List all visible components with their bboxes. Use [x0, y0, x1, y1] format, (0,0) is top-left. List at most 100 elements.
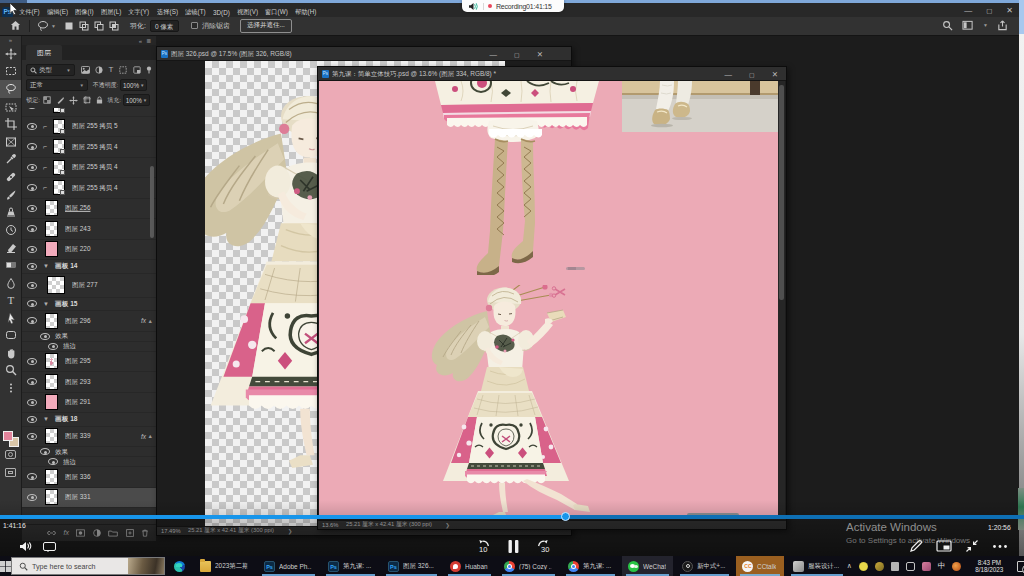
type-tool[interactable]: T [0, 291, 21, 309]
layer-row[interactable]: ⌐图层 255 拷贝 4 [22, 137, 156, 158]
lock-pixels-icon[interactable] [56, 96, 64, 104]
taskbar-item-11[interactable]: 服装设计... [787, 556, 847, 576]
menu-item-0[interactable]: 文件(F) [19, 8, 40, 17]
visibility-eye-icon[interactable] [27, 358, 37, 365]
screen-mode-icon[interactable] [5, 468, 16, 477]
healing-brush-tool[interactable] [0, 168, 21, 186]
layer-name[interactable]: 图层 277 [72, 280, 97, 290]
crop-tool[interactable] [0, 115, 21, 133]
menu-item-10[interactable]: 帮助(H) [295, 8, 316, 17]
artboard-row[interactable]: ▼画板 15 [22, 298, 156, 312]
layer-name[interactable]: 图层 296 [65, 316, 90, 326]
lock-artboard-icon[interactable] [83, 96, 91, 104]
layer-name[interactable]: 图层 243 [65, 224, 90, 234]
toolbar-collapse-icon[interactable]: » [0, 36, 21, 45]
opacity-value[interactable]: 100%▼ [120, 79, 147, 91]
lasso-tool-icon[interactable] [37, 20, 49, 32]
app-maximize-button[interactable]: ▢ [986, 6, 992, 15]
layer-thumbnail[interactable] [53, 180, 65, 195]
gradient-tool[interactable] [0, 256, 21, 274]
visibility-eye-icon[interactable] [27, 378, 37, 385]
effect-row[interactable]: 描边 [22, 342, 156, 352]
layer-thumbnail[interactable] [45, 394, 58, 410]
layer-row[interactable]: 图层 291 [22, 393, 156, 414]
app-minimize-button[interactable]: — [964, 6, 972, 15]
taskbar-item-5[interactable]: Huaban [444, 556, 495, 576]
effect-row[interactable]: 效果 [22, 447, 156, 457]
search-icon[interactable] [942, 20, 953, 31]
doc-front-vertical-scroll-thumb[interactable] [779, 85, 784, 300]
layer-row[interactable]: 图层 243 [22, 219, 156, 240]
layer-thumbnail[interactable] [45, 241, 58, 257]
clone-stamp-tool[interactable] [0, 203, 21, 221]
marquee-tool[interactable] [0, 63, 21, 81]
selection-new-icon[interactable] [64, 21, 74, 31]
taskbar-item-0[interactable] [168, 556, 191, 576]
tray-icon-2[interactable] [875, 562, 884, 571]
layer-thumbnail[interactable] [45, 469, 58, 485]
pip-icon[interactable] [936, 540, 952, 552]
tray-icon-4[interactable] [906, 562, 915, 571]
layer-thumbnail[interactable] [45, 374, 58, 390]
pause-button[interactable] [507, 539, 520, 554]
filter-pin-icon[interactable] [146, 66, 152, 74]
panel-menu-icon[interactable]: ≣ [146, 37, 151, 44]
layer-row[interactable]: 图层 295 [22, 352, 156, 373]
workspace-icon[interactable] [962, 20, 974, 31]
layer-row[interactable]: 图层 339fx▲ [22, 427, 156, 448]
exit-fullscreen-icon[interactable] [965, 539, 979, 553]
taskbar-item-9[interactable]: 新中式+... [676, 556, 733, 576]
taskbar-item-1[interactable]: 2023第二期 [194, 556, 255, 576]
layer-row[interactable]: 图层 336 [22, 467, 156, 488]
fx-badge[interactable]: fx [141, 317, 146, 324]
menu-item-4[interactable]: 文字(Y) [128, 8, 149, 17]
visibility-eye-icon[interactable] [27, 143, 37, 150]
direct-selection-tool[interactable] [0, 309, 21, 327]
visibility-eye-icon[interactable] [27, 246, 37, 253]
layer-thumbnail[interactable] [45, 221, 58, 237]
fx-collapse-icon[interactable]: ▲ [148, 433, 153, 439]
layer-name[interactable]: 图层 255 拷贝 4 [72, 163, 118, 173]
layers-scrollbar[interactable] [150, 166, 154, 238]
lock-position-icon[interactable] [69, 96, 78, 105]
chevron-down-icon[interactable]: ▼ [43, 263, 49, 269]
antialias-checkbox[interactable] [191, 22, 198, 29]
menu-item-6[interactable]: 滤镜(T) [185, 8, 206, 17]
layer-row[interactable]: 图层 256 [22, 199, 156, 220]
layer-thumbnail[interactable] [45, 200, 58, 216]
quick-mask-icon[interactable] [5, 450, 16, 459]
visibility-eye-icon[interactable] [40, 448, 50, 455]
effect-row[interactable]: 效果 [22, 332, 156, 342]
effect-row[interactable]: 描边 [22, 457, 156, 467]
layer-row[interactable]: 图层 293 [22, 372, 156, 393]
doc-maximize-button[interactable]: ▢ [749, 71, 755, 78]
visibility-eye-icon[interactable] [27, 123, 37, 130]
edit-toolbar[interactable] [0, 379, 21, 397]
chevron-down-icon[interactable]: ▼ [43, 301, 49, 307]
eraser-tool[interactable] [0, 239, 21, 257]
ime-indicator[interactable]: 中 [938, 561, 946, 571]
visibility-eye-icon[interactable] [27, 300, 37, 307]
layer-thumbnail[interactable] [53, 108, 65, 113]
selection-subtract-icon[interactable] [94, 21, 104, 31]
filter-smartobject-icon[interactable] [133, 66, 141, 74]
filter-type-text-icon[interactable]: T [109, 66, 114, 74]
visibility-eye-icon[interactable] [27, 108, 37, 109]
tray-icon-5[interactable] [922, 562, 931, 571]
start-button[interactable] [0, 556, 11, 576]
doc-front-title-bar[interactable]: 第九课：简单立体技巧.psd @ 13.6% (图层 334, RGB/8) *… [318, 67, 786, 81]
history-brush-tool[interactable] [0, 221, 21, 239]
layer-name[interactable]: 图层 336 [65, 472, 90, 482]
menu-item-9[interactable]: 窗口(W) [265, 8, 288, 17]
fx-collapse-icon[interactable]: ▲ [148, 318, 153, 324]
visibility-eye-icon[interactable] [27, 317, 37, 324]
fx-badge[interactable]: fx [141, 433, 146, 440]
layer-name[interactable]: 图层 291 [65, 398, 90, 408]
home-icon[interactable] [10, 20, 21, 31]
video-progress-handle[interactable] [561, 512, 570, 521]
tray-icon-3[interactable] [891, 562, 899, 571]
layer-thumbnail[interactable] [47, 276, 65, 294]
tray-clock[interactable]: 8:43 PM 8/18/2023 [968, 559, 1010, 574]
visibility-eye-icon[interactable] [27, 205, 37, 212]
layer-row[interactable]: 图层 277 [22, 274, 156, 298]
